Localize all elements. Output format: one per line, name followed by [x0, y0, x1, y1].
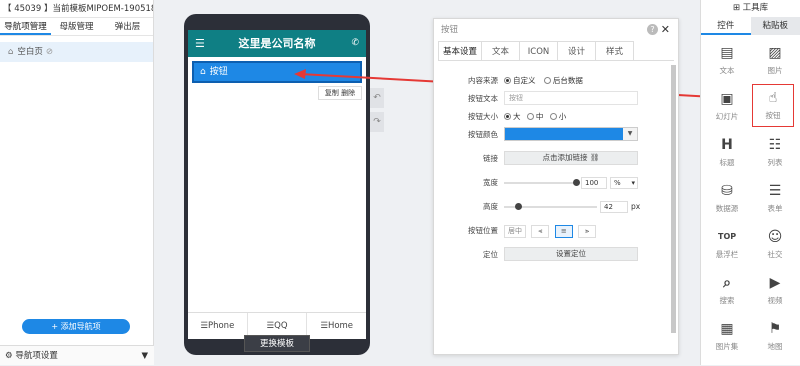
- image-icon: ▨: [766, 44, 784, 62]
- height-unit: px: [631, 199, 640, 215]
- widget-text[interactable]: ▤文本: [706, 40, 748, 83]
- widget-map[interactable]: ⚑地图: [754, 316, 796, 359]
- close-icon[interactable]: ✕: [661, 19, 670, 41]
- heading-icon: H: [718, 136, 736, 154]
- widget-image[interactable]: ▨图片: [754, 40, 796, 83]
- height-slider-handle[interactable]: [515, 203, 522, 210]
- locate-row: 定位 设置定位: [438, 247, 670, 263]
- tab-design[interactable]: 设计: [557, 41, 596, 60]
- size-large-radio[interactable]: 大: [504, 112, 521, 121]
- settings-form: 内容来源 自定义 后台数据 按钮文本 按钮 按钮大小 大 中 小 按钮颜色 ▼ …: [438, 65, 670, 353]
- align-left-icon[interactable]: ⫷: [531, 225, 549, 238]
- button-position-row: 按钮位置 居中 ⫷ ≡ ⫸: [438, 223, 670, 239]
- position-center-button[interactable]: 居中: [504, 225, 526, 238]
- size-small-radio[interactable]: 小: [550, 112, 567, 121]
- list-icon: ☷: [766, 136, 784, 154]
- widget-video[interactable]: ▶视频: [754, 270, 796, 313]
- width-row: 宽度 100 % ▾: [438, 175, 670, 191]
- widget-gallery[interactable]: ▦图片集: [706, 316, 748, 359]
- dialog-scrollbar[interactable]: [671, 65, 676, 333]
- map-icon: ⚑: [766, 320, 784, 338]
- dialog-title: 按钮: [441, 25, 458, 35]
- widget-button[interactable]: ☝按钮: [752, 84, 794, 127]
- toolbox-title: ⊞ 工具库: [701, 0, 800, 17]
- source-custom-radio[interactable]: 自定义: [504, 76, 536, 85]
- height-input[interactable]: 42: [600, 201, 628, 213]
- widget-datasource[interactable]: ⛁数据源: [706, 178, 748, 221]
- dialog-title-bar: 按钮 ? ✕: [434, 19, 678, 41]
- form-icon: ☰: [766, 182, 784, 200]
- content-source-row: 内容来源 自定义 后台数据: [438, 73, 670, 89]
- align-right-icon[interactable]: ⫸: [578, 225, 596, 238]
- width-input[interactable]: 100: [581, 177, 607, 189]
- toolbox-icon: ⊞: [733, 3, 740, 13]
- button-color-row: 按钮颜色 ▼: [438, 127, 670, 143]
- tab-clipboard[interactable]: 粘贴板: [751, 17, 800, 35]
- video-icon: ▶: [766, 274, 784, 292]
- link-row: 链接 点击添加链接 ⛓: [438, 151, 670, 167]
- width-slider-handle[interactable]: [573, 179, 580, 186]
- help-icon[interactable]: ?: [647, 24, 658, 35]
- tab-icon[interactable]: ICON: [519, 41, 558, 60]
- chevron-down-icon: ▼: [623, 128, 637, 140]
- link-icon: ⛓: [590, 153, 600, 162]
- add-link-button[interactable]: 点击添加链接 ⛓: [504, 151, 638, 165]
- annotation-arrow: [0, 0, 800, 365]
- dialog-tabs: 基本设置 文本 ICON 设计 样式: [438, 41, 674, 61]
- tab-basic-settings[interactable]: 基本设置: [438, 41, 482, 60]
- set-position-button[interactable]: 设置定位: [504, 247, 638, 261]
- widget-form[interactable]: ☰表单: [754, 178, 796, 221]
- align-center-icon[interactable]: ≡: [555, 225, 573, 238]
- database-icon: ⛁: [718, 182, 736, 200]
- widget-list[interactable]: ☷列表: [754, 132, 796, 175]
- widget-social[interactable]: ☺社交: [754, 224, 796, 267]
- tab-controls[interactable]: 控件: [701, 17, 751, 35]
- width-slider-track[interactable]: [504, 182, 576, 184]
- toolbox-panel: ⊞ 工具库 控件 粘贴板 ▤文本 ▨图片 ▣幻灯片 ☝按钮 H标题 ☷列表 ⛁数…: [700, 0, 800, 365]
- button-size-row: 按钮大小 大 中 小: [438, 109, 670, 125]
- toolbox-tabs: 控件 粘贴板: [701, 17, 800, 35]
- button-properties-dialog: 按钮 ? ✕ 基本设置 文本 ICON 设计 样式 内容来源 自定义 后台数据 …: [433, 18, 679, 355]
- tab-text[interactable]: 文本: [481, 41, 520, 60]
- top-icon: TOP: [718, 228, 736, 246]
- social-icon: ☺: [766, 228, 784, 246]
- gallery-icon: ▦: [718, 320, 736, 338]
- size-medium-radio[interactable]: 中: [527, 112, 544, 121]
- tab-style[interactable]: 样式: [595, 41, 634, 60]
- widget-heading[interactable]: H标题: [706, 132, 748, 175]
- text-icon: ▤: [718, 44, 736, 62]
- width-unit-select[interactable]: % ▾: [610, 177, 638, 189]
- search-icon: ⌕: [718, 274, 736, 292]
- source-backend-radio[interactable]: 后台数据: [544, 76, 583, 85]
- widget-floatbar[interactable]: TOP悬浮栏: [706, 224, 748, 267]
- widget-search[interactable]: ⌕搜索: [706, 270, 748, 313]
- button-text-row: 按钮文本 按钮: [438, 91, 670, 107]
- widget-slideshow[interactable]: ▣幻灯片: [706, 86, 748, 129]
- height-row: 高度 42 px: [438, 199, 670, 215]
- slideshow-icon: ▣: [718, 90, 736, 108]
- button-text-input[interactable]: 按钮: [504, 91, 638, 105]
- button-icon: ☝: [764, 89, 782, 107]
- button-color-picker[interactable]: ▼: [504, 127, 638, 141]
